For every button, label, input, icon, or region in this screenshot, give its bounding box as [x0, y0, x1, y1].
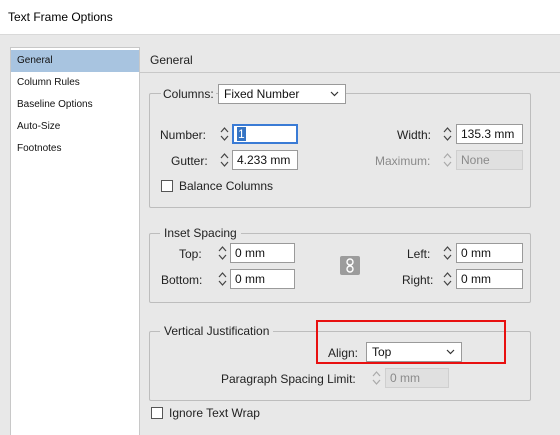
sidebar-item-footnotes[interactable]: Footnotes [11, 138, 139, 160]
inset-left-input[interactable]: 0 mm [456, 243, 523, 263]
maximum-label: Maximum: [375, 154, 431, 168]
width-input[interactable]: 135.3 mm [456, 124, 523, 144]
sidebar-item-general[interactable]: General [11, 50, 139, 72]
title-bar: Text Frame Options [0, 0, 560, 35]
dialog-body: General Column Rules Baseline Options Au… [0, 35, 560, 435]
width-stepper-icon[interactable] [441, 124, 454, 144]
inset-bottom-stepper-icon[interactable] [216, 269, 229, 289]
gutter-input[interactable]: 4.233 mm [232, 150, 298, 170]
inset-top-label: Top: [179, 247, 202, 261]
number-stepper-icon[interactable] [218, 124, 231, 144]
balance-columns-label: Balance Columns [179, 179, 274, 193]
number-label: Number: [160, 128, 207, 142]
inset-top-stepper-icon[interactable] [216, 243, 229, 263]
ignore-text-wrap-label: Ignore Text Wrap [169, 406, 260, 420]
inset-right-input[interactable]: 0 mm [456, 269, 523, 289]
maximum-stepper-icon [441, 150, 454, 170]
paragraph-spacing-stepper-icon [370, 368, 383, 388]
inset-left-stepper-icon[interactable] [441, 243, 454, 263]
chevron-down-icon [330, 85, 339, 108]
highlight-box [316, 320, 506, 364]
gutter-stepper-icon[interactable] [218, 150, 231, 170]
inset-top-input[interactable]: 0 mm [230, 243, 295, 263]
inset-spacing-title: Inset Spacing [160, 226, 241, 240]
paragraph-spacing-label: Paragraph Spacing Limit: [221, 372, 356, 386]
number-input[interactable]: 1 [232, 124, 298, 144]
inset-left-label: Left: [407, 247, 431, 261]
columns-type-value: Fixed Number [224, 87, 300, 101]
chain-link-icon[interactable] [340, 256, 360, 275]
gutter-label: Gutter: [171, 154, 208, 168]
columns-type-label: Columns: [161, 87, 216, 101]
section-title: General [150, 53, 193, 67]
inset-bottom-label: Bottom: [161, 273, 203, 287]
vertical-justification-title: Vertical Justification [160, 324, 274, 338]
paragraph-spacing-input: 0 mm [385, 368, 449, 388]
sidebar-item-column-rules[interactable]: Column Rules [11, 72, 139, 94]
ignore-text-wrap-checkbox[interactable] [151, 407, 163, 419]
section-divider [140, 72, 560, 73]
maximum-input: None [456, 150, 523, 170]
inset-bottom-input[interactable]: 0 mm [230, 269, 295, 289]
balance-columns-checkbox[interactable] [161, 180, 173, 192]
sidebar: General Column Rules Baseline Options Au… [10, 47, 140, 435]
window-title: Text Frame Options [8, 10, 113, 24]
inset-right-label: Right: [402, 273, 434, 287]
sidebar-item-auto-size[interactable]: Auto-Size [11, 116, 139, 138]
sidebar-item-baseline-options[interactable]: Baseline Options [11, 94, 139, 116]
inset-right-stepper-icon[interactable] [441, 269, 454, 289]
columns-type-dropdown[interactable]: Fixed Number [218, 84, 346, 104]
number-value: 1 [237, 127, 246, 141]
width-label: Width: [397, 128, 432, 142]
